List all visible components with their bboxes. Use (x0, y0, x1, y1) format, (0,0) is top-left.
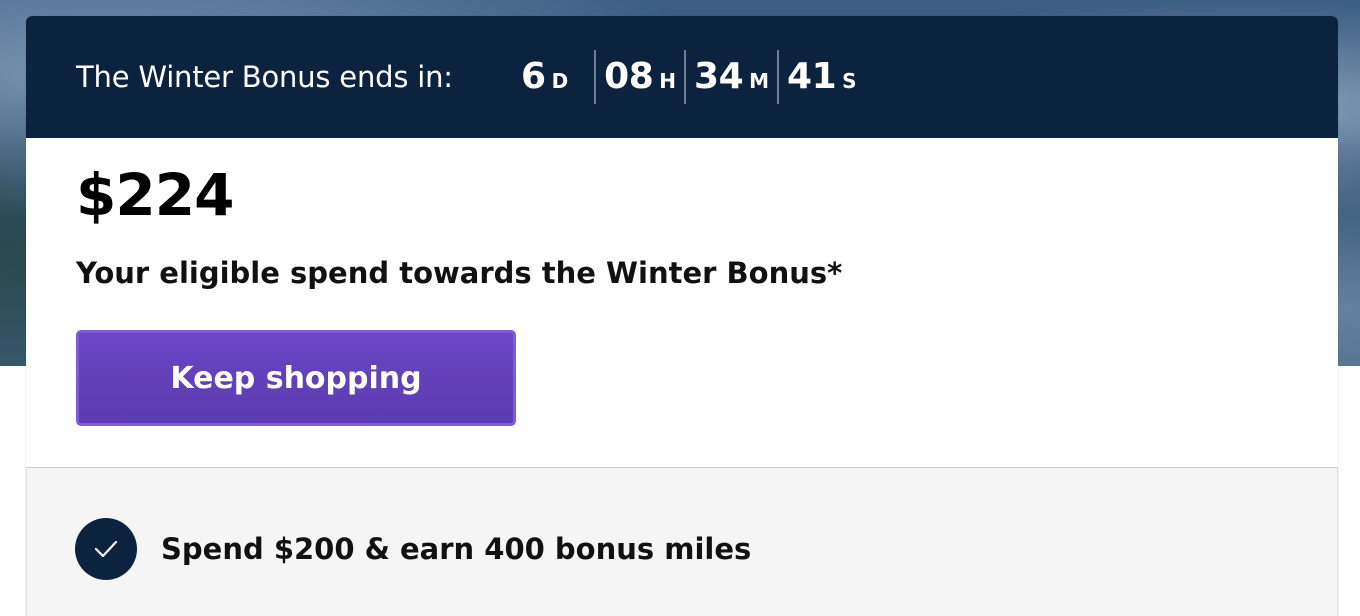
spend-summary: $224 Your eligible spend towards the Win… (26, 138, 1338, 468)
eligible-spend-amount: $224 (76, 161, 234, 229)
eligible-spend-description: Your eligible spend towards the Winter B… (76, 256, 843, 290)
timer-seconds: 41 S (777, 50, 865, 104)
minutes-unit: M (749, 69, 770, 93)
countdown-label: The Winter Bonus ends in: (76, 59, 453, 94)
seconds-unit: S (842, 69, 857, 93)
minutes-value: 34 (694, 56, 744, 97)
winter-bonus-card: The Winter Bonus ends in: 6 D 08 H 34 M … (26, 16, 1338, 616)
timer-days: 6 D (521, 50, 594, 104)
milestones-section: Spend $200 & earn 400 bonus miles (26, 468, 1338, 616)
check-icon (75, 518, 137, 580)
days-unit: D (551, 69, 569, 93)
hours-value: 08 (604, 56, 654, 97)
countdown-banner: The Winter Bonus ends in: 6 D 08 H 34 M … (26, 16, 1338, 138)
days-value: 6 (521, 56, 546, 97)
hours-unit: H (659, 69, 677, 93)
timer-minutes: 34 M (684, 50, 777, 104)
keep-shopping-button[interactable]: Keep shopping (76, 330, 516, 426)
timer-hours: 08 H (594, 50, 684, 104)
milestone-text: Spend $200 & earn 400 bonus miles (161, 531, 752, 566)
seconds-value: 41 (787, 56, 837, 97)
countdown-timer: 6 D 08 H 34 M 41 S (521, 50, 865, 104)
milestone-item: Spend $200 & earn 400 bonus miles (75, 518, 751, 580)
